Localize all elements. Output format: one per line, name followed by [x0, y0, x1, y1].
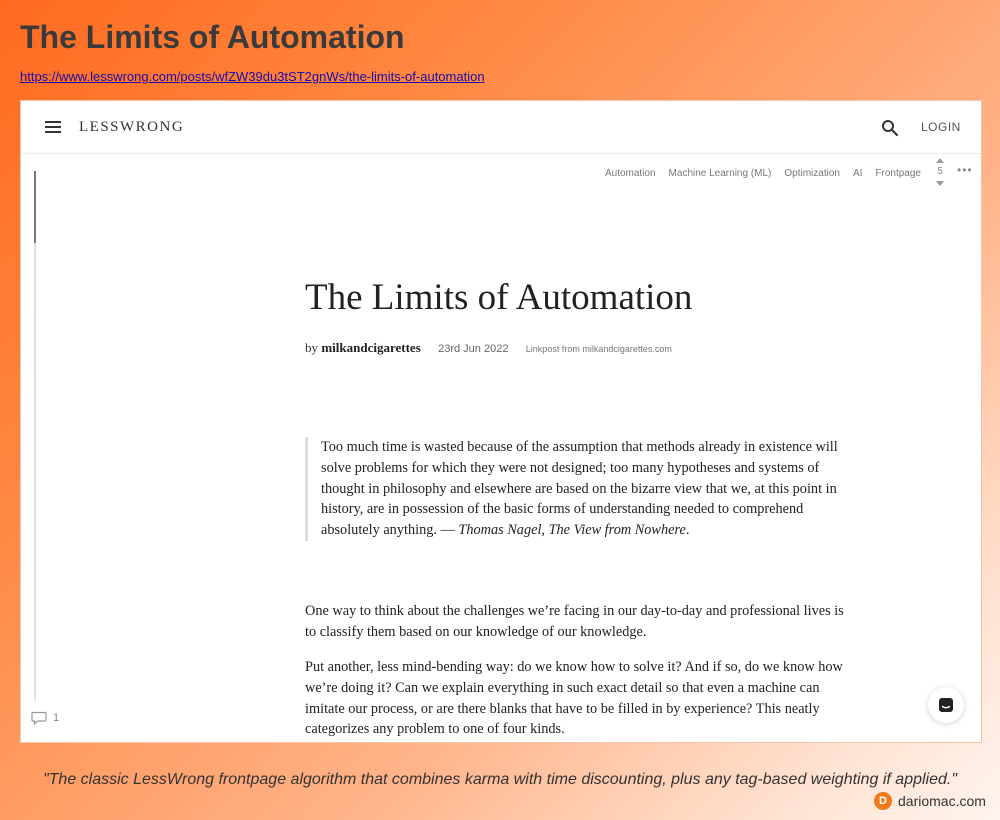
chat-button[interactable] — [928, 687, 964, 723]
post-title: The Limits of Automation — [305, 277, 693, 318]
post-date: 23rd Jun 2022 — [438, 343, 509, 355]
menu-icon[interactable] — [45, 121, 61, 133]
credit-site: dariomac.com — [898, 793, 986, 809]
tag-optimization[interactable]: Optimization — [784, 168, 840, 179]
browser-screenshot-frame: LESSWRONG LOGIN Automation Machine Learn… — [20, 100, 982, 743]
byline-prefix: by — [305, 340, 318, 355]
linkpost-link[interactable]: Linkpost from milkandcigarettes.com — [526, 344, 672, 354]
chat-icon — [939, 698, 953, 712]
image-caption: "The classic LessWrong frontpage algorit… — [42, 771, 958, 788]
tag-ai[interactable]: AI — [853, 168, 862, 179]
epigraph-quote: Too much time is wasted because of the a… — [305, 437, 851, 541]
more-options-icon[interactable]: ••• — [957, 163, 973, 177]
quote-source: Thomas Nagel, The View from Nowhere — [458, 522, 686, 539]
author-link[interactable]: milkandcigarettes — [321, 340, 420, 355]
credit-badge: D — [874, 792, 892, 810]
body-paragraph: Put another, less mind-bending way: do w… — [305, 659, 843, 738]
comment-count-button[interactable]: 1 — [31, 711, 59, 725]
quote-end: . — [685, 522, 690, 539]
body-paragraph: One way to think about the challenges we… — [305, 603, 844, 640]
post-byline: by milkandcigarettes 23rd Jun 2022 Linkp… — [305, 340, 672, 356]
upvote-icon[interactable] — [936, 158, 944, 163]
site-header: LESSWRONG LOGIN — [21, 101, 981, 154]
page-title: The Limits of Automation — [20, 19, 405, 55]
reading-progress-thumb[interactable] — [34, 171, 36, 243]
karma-vote: 5 — [934, 158, 946, 186]
tag-frontpage[interactable]: Frontpage — [875, 168, 921, 179]
comment-icon — [31, 711, 47, 725]
credit: D dariomac.com — [874, 792, 986, 810]
site-logo[interactable]: LESSWRONG — [79, 119, 184, 136]
downvote-icon[interactable] — [936, 181, 944, 186]
page-url-link[interactable]: https://www.lesswrong.com/posts/wfZW39du… — [20, 69, 485, 84]
karma-score: 5 — [937, 166, 943, 177]
tag-list: Automation Machine Learning (ML) Optimiz… — [605, 168, 921, 179]
reading-progress-track — [34, 171, 36, 701]
search-icon[interactable] — [881, 119, 899, 137]
comment-count: 1 — [53, 712, 60, 724]
tag-machine-learning[interactable]: Machine Learning (ML) — [669, 168, 772, 179]
login-button[interactable]: LOGIN — [921, 120, 961, 134]
tag-automation[interactable]: Automation — [605, 168, 656, 179]
